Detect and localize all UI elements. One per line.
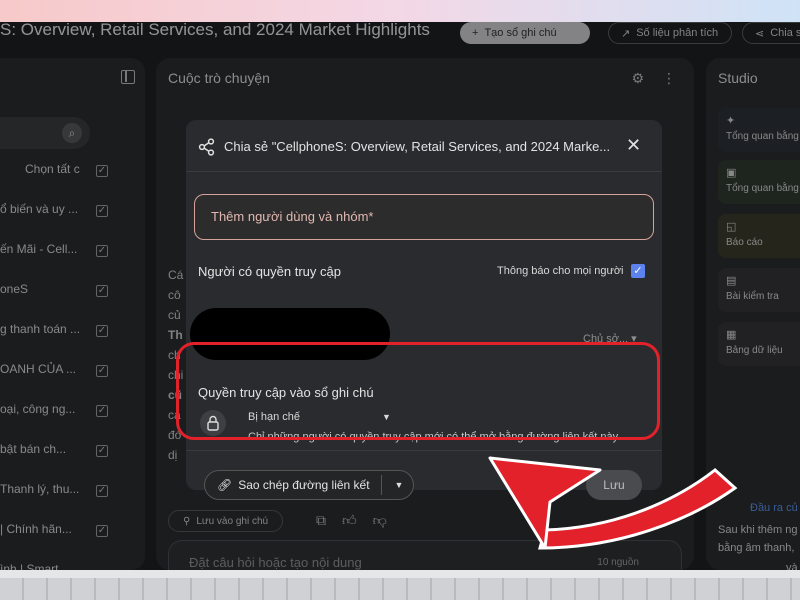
sparkle-icon: ✦ bbox=[726, 115, 736, 127]
link-icon: 🔗︎ bbox=[217, 478, 233, 492]
studio-video-overview[interactable]: ▣ Tổng quan bằng bbox=[718, 160, 800, 204]
chat-text-fragment: củ bbox=[168, 308, 181, 322]
chat-title: Cuộc trò chuyện bbox=[168, 70, 270, 86]
divider bbox=[381, 475, 382, 495]
select-all-label: Chọn tất cả bbox=[25, 162, 80, 176]
source-search[interactable]: ⌕ bbox=[0, 117, 90, 149]
chat-text-fragment: Th bbox=[168, 328, 183, 342]
copy-link-button[interactable]: 🔗︎ Sao chép đường liên kết bbox=[205, 471, 381, 499]
notify-label: Thông báo cho mọi người bbox=[497, 265, 624, 277]
source-item[interactable]: oneS bbox=[0, 282, 85, 304]
source-checkbox[interactable]: ✓ bbox=[96, 485, 108, 497]
source-checkbox[interactable]: ✓ bbox=[96, 405, 108, 417]
divider bbox=[186, 450, 662, 451]
top-bar: S: Overview, Retail Services, and 2024 M… bbox=[0, 22, 800, 46]
trend-icon: ↗ bbox=[621, 27, 631, 40]
close-icon[interactable]: ✕ bbox=[626, 136, 641, 154]
notify-checkbox[interactable]: ✓ bbox=[631, 264, 645, 278]
dialog-title: Chia sẻ "CellphoneS: Overview, Retail Se… bbox=[224, 139, 611, 154]
people-with-access-title: Người có quyền truy cập bbox=[198, 264, 341, 279]
tune-icon[interactable]: ⚙ bbox=[631, 70, 644, 87]
source-item[interactable]: ình | Smart bbox=[0, 562, 85, 570]
laptop-keyboard bbox=[0, 570, 800, 600]
annotation-highlight-box bbox=[176, 342, 660, 440]
save-button[interactable]: Lưu bbox=[586, 470, 642, 500]
sources-panel: ⌕ Chọn tất cả ✓ ổ biến và uy ... ✓ ến Mã… bbox=[0, 58, 145, 570]
plus-icon: + bbox=[472, 27, 479, 39]
response-actions: ⧉ 👍︎ 👎︎ bbox=[316, 512, 387, 529]
source-item[interactable]: | Chính hãn... bbox=[0, 522, 85, 544]
share-button[interactable]: ⋖ Chia s bbox=[742, 22, 800, 44]
studio-audio-overview[interactable]: ✦ Tổng quan bằng bbox=[718, 108, 800, 152]
copy-link-options-chevron-icon[interactable]: ▼ bbox=[385, 471, 413, 499]
laptop-screen: S: Overview, Retail Services, and 2024 M… bbox=[0, 22, 800, 570]
studio-note-line: bằng âm thanh, bbox=[718, 542, 795, 554]
studio-quiz[interactable]: ▤ Bài kiểm tra bbox=[718, 268, 800, 312]
thumb-down-icon[interactable]: 👎︎ bbox=[373, 512, 387, 529]
studio-output-link[interactable]: Đầu ra củ bbox=[750, 502, 798, 514]
source-item[interactable]: Thanh lý, thu... bbox=[0, 482, 85, 504]
save-to-note-button[interactable]: ⚲ Lưu vào ghi chú bbox=[168, 510, 284, 532]
studio-data-table[interactable]: ▦ Bảng dữ liệu bbox=[718, 322, 800, 366]
source-checkbox[interactable]: ✓ bbox=[96, 285, 108, 297]
source-count: 10 nguồn bbox=[597, 557, 639, 568]
source-item[interactable]: g thanh toán ... bbox=[0, 322, 85, 344]
studio-report[interactable]: ◱ Báo cáo bbox=[718, 214, 800, 258]
add-people-input[interactable]: Thêm người dùng và nhóm* bbox=[194, 194, 654, 240]
source-checkbox[interactable]: ✓ bbox=[96, 445, 108, 457]
dialog-header: Chia sẻ "CellphoneS: Overview, Retail Se… bbox=[186, 120, 662, 172]
studio-note-line: Sau khi thêm ng bbox=[718, 524, 798, 536]
report-icon: ◱ bbox=[726, 221, 737, 233]
studio-note-line: và bbox=[786, 562, 798, 570]
source-item[interactable]: OANH CỦA ... bbox=[0, 362, 85, 384]
chat-tools: ⚙ ⋮ bbox=[631, 70, 676, 87]
create-note-button[interactable]: + Tạo sổ ghi chú bbox=[460, 22, 590, 44]
search-icon[interactable]: ⌕ bbox=[62, 123, 82, 143]
chat-text-fragment: cô bbox=[168, 288, 181, 302]
video-icon: ▣ bbox=[726, 167, 737, 179]
copy-link-group: 🔗︎ Sao chép đường liên kết ▼ bbox=[204, 470, 414, 500]
share-icon: ⋖ bbox=[755, 27, 765, 40]
notebook-title: S: Overview, Retail Services, and 2024 M… bbox=[0, 22, 430, 39]
source-checkbox[interactable]: ✓ bbox=[96, 525, 108, 537]
select-all-checkbox[interactable]: ✓ bbox=[96, 165, 108, 177]
chat-text-fragment: dị bbox=[168, 448, 178, 462]
source-checkbox[interactable]: ✓ bbox=[96, 245, 108, 257]
source-checkbox[interactable]: ✓ bbox=[96, 365, 108, 377]
more-vert-icon[interactable]: ⋮ bbox=[662, 70, 676, 87]
source-item[interactable]: ến Mãi - Cell... bbox=[0, 242, 85, 264]
collapse-panel-icon[interactable] bbox=[121, 70, 135, 84]
add-people-placeholder: Thêm người dùng và nhóm* bbox=[211, 209, 374, 224]
chat-text-fragment: Cá bbox=[168, 268, 184, 282]
source-item[interactable]: ổ biến và uy ... bbox=[0, 202, 85, 224]
share-icon bbox=[198, 138, 215, 156]
pin-icon: ⚲ bbox=[183, 515, 191, 527]
table-icon: ▦ bbox=[726, 329, 737, 341]
chat-composer[interactable]: Đặt câu hỏi hoặc tạo nội dung 10 nguồn bbox=[168, 540, 682, 570]
quiz-icon: ▤ bbox=[726, 275, 737, 287]
analytics-button[interactable]: ↗ Số liệu phân tích bbox=[608, 22, 732, 44]
copy-icon[interactable]: ⧉ bbox=[316, 512, 326, 529]
composer-placeholder: Đặt câu hỏi hoặc tạo nội dung bbox=[189, 555, 362, 570]
source-item[interactable]: bật bán ch... bbox=[0, 442, 85, 464]
source-checkbox[interactable]: ✓ bbox=[96, 205, 108, 217]
studio-panel: Studio ✦ Tổng quan bằng ▣ Tổng quan bằng… bbox=[706, 58, 800, 570]
thumb-up-icon[interactable]: 👍︎ bbox=[342, 512, 357, 529]
source-item[interactable]: oại, công ng... bbox=[0, 402, 85, 424]
source-checkbox[interactable]: ✓ bbox=[96, 325, 108, 337]
studio-title: Studio bbox=[718, 70, 758, 86]
